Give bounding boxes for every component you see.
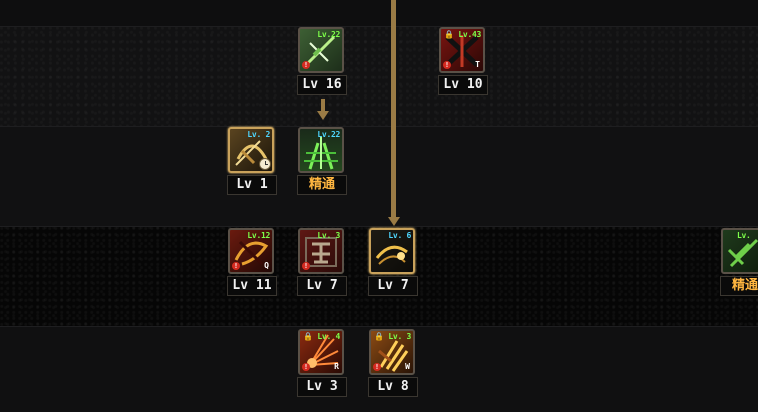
- tier-divider: [0, 326, 758, 327]
- skill-level-label: Lv 16: [297, 75, 347, 95]
- skill-level-label: Lv 10: [438, 75, 488, 95]
- skill-required-level: Lv. 3: [317, 231, 340, 240]
- lock-icon: 🔒: [303, 332, 313, 341]
- skill-required-level: Lv. 2: [247, 130, 270, 139]
- warning-icon: !: [302, 363, 310, 371]
- hotkey-label: T: [475, 60, 480, 69]
- skill-level-label: Lv 11: [227, 276, 277, 296]
- skill-slot[interactable]: Lv. 6 Lv 7: [368, 228, 420, 298]
- tier-divider: [0, 126, 758, 127]
- skill-required-level: Lv.43: [458, 30, 481, 39]
- skill-icon[interactable]: Lv.: [721, 228, 758, 274]
- skill-icon[interactable]: Lv. 6: [369, 228, 415, 274]
- warning-icon: !: [302, 61, 310, 69]
- skill-level-label: Lv 8: [368, 377, 418, 397]
- skill-icon[interactable]: Lv.22 !: [298, 27, 344, 73]
- skill-level-label: Lv 7: [368, 276, 418, 296]
- skill-slot[interactable]: Lv. 3 ! Lv 7: [297, 228, 349, 298]
- skill-slot[interactable]: 🔒 Lv. 4 ! R Lv 3: [297, 329, 349, 399]
- prerequisite-arrowhead: [317, 111, 329, 120]
- skill-level-label: Lv 1: [227, 175, 277, 195]
- lock-icon: 🔒: [444, 30, 454, 39]
- skill-required-level: Lv.22: [317, 30, 340, 39]
- skill-required-level: Lv. 6: [388, 231, 411, 240]
- tier-band-1: [0, 26, 758, 126]
- tier-divider: [0, 226, 758, 227]
- warning-icon: !: [302, 262, 310, 270]
- skill-slot[interactable]: 🔒 Lv. 3 ! W Lv 8: [368, 329, 420, 399]
- prerequisite-arrowhead: [387, 217, 400, 226]
- prerequisite-connector: [321, 99, 325, 111]
- skill-icon[interactable]: 🔒 Lv.43 ! T: [439, 27, 485, 73]
- skill-mastery-label: 精通: [720, 276, 758, 296]
- skill-slot[interactable]: Lv. 精通: [720, 228, 758, 298]
- skill-icon[interactable]: Lv. 2: [228, 127, 274, 173]
- lock-icon: 🔒: [374, 332, 384, 341]
- warning-icon: !: [443, 61, 451, 69]
- hotkey-label: W: [405, 362, 410, 371]
- warning-icon: !: [373, 363, 381, 371]
- skill-slot[interactable]: Lv.12 ! Q Lv 11: [227, 228, 279, 298]
- skill-required-level: Lv. 3: [388, 332, 411, 341]
- warning-icon: !: [232, 262, 240, 270]
- skill-required-level: Lv. 4: [317, 332, 340, 341]
- skill-icon[interactable]: Lv.22: [298, 127, 344, 173]
- skill-required-level: Lv.22: [317, 130, 340, 139]
- skill-icon[interactable]: 🔒 Lv. 3 ! W: [369, 329, 415, 375]
- skill-level-label: Lv 3: [297, 377, 347, 397]
- skill-required-level: Lv.: [737, 231, 751, 240]
- skill-icon[interactable]: 🔒 Lv. 4 ! R: [298, 329, 344, 375]
- skill-slot[interactable]: Lv.22 精通: [297, 127, 349, 197]
- cooldown-clock-icon: [259, 158, 271, 170]
- skill-mastery-label: 精通: [297, 175, 347, 195]
- tier-band-2: [0, 126, 758, 226]
- prerequisite-connector: [391, 0, 396, 218]
- skill-slot[interactable]: 🔒 Lv.43 ! T Lv 10: [438, 27, 490, 97]
- skill-level-label: Lv 7: [297, 276, 347, 296]
- skill-icon[interactable]: Lv. 3 !: [298, 228, 344, 274]
- skill-required-level: Lv.12: [247, 231, 270, 240]
- skill-icon[interactable]: Lv.12 ! Q: [228, 228, 274, 274]
- hotkey-label: Q: [264, 261, 269, 270]
- hotkey-label: R: [334, 362, 339, 371]
- tier-divider: [0, 26, 758, 27]
- skill-slot[interactable]: Lv. 2 Lv 1: [227, 127, 279, 197]
- skill-slot[interactable]: Lv.22 ! Lv 16: [297, 27, 349, 97]
